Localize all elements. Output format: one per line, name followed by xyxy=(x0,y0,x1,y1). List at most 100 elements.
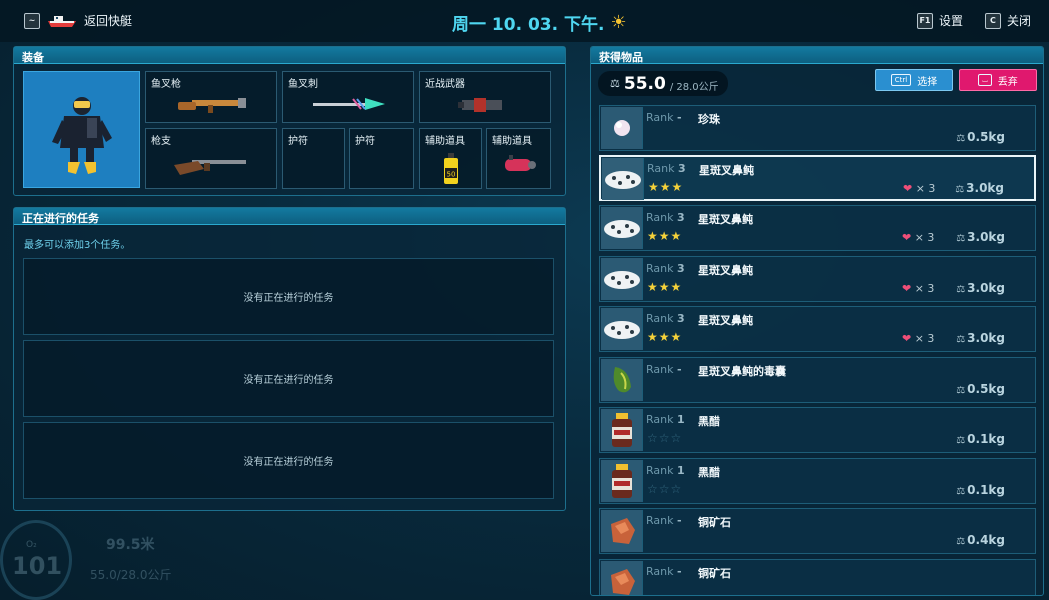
hud-weight-readout: 55.0/28.0公斤 xyxy=(90,568,172,582)
slot-label: 枪支 xyxy=(151,136,171,147)
item-row[interactable]: Rank 3 星斑叉鼻鲀 ★★★ ❤ × 3 ⚖ 3.0kg xyxy=(599,205,1036,251)
task-empty-label: 没有正在进行的任务 xyxy=(243,293,334,304)
tasks-limit-note: 最多可以添加3个任务。 xyxy=(24,240,131,251)
oxygen-tank-icon: 50 xyxy=(444,153,458,184)
item-rank: Rank 1 xyxy=(646,464,685,477)
diver-icon xyxy=(52,97,112,174)
weight-current: 55.0 xyxy=(623,73,666,94)
tasks-panel: 正在进行的任务 最多可以添加3个任务。 没有正在进行的任务 没有正在进行的任务 … xyxy=(13,207,566,511)
slot-charm-2[interactable]: 护符 xyxy=(349,128,414,189)
settings-label: 设置 xyxy=(938,14,963,28)
item-weight: ⚖ 0.4kg xyxy=(956,533,1005,547)
depth-readout: 99.5米 xyxy=(106,537,155,553)
item-thumb xyxy=(601,460,643,502)
item-weight: ⚖ 0.5kg xyxy=(956,382,1005,396)
item-weight: ⚖ 3.0kg xyxy=(956,281,1005,295)
equipment-title: 装备 xyxy=(14,47,565,64)
item-thumb xyxy=(601,308,643,350)
harpoon-spear-icon xyxy=(313,98,385,110)
slot-label: 鱼叉刺 xyxy=(288,79,318,90)
item-rank: Rank - xyxy=(646,565,682,578)
item-weight: ⚖ 0.5kg xyxy=(956,130,1005,144)
item-row[interactable]: Rank - 铜矿石 ⚖ 0.4kg xyxy=(599,508,1036,554)
close-button[interactable]: C 关闭 xyxy=(984,12,1031,29)
slot-harpoon-spear[interactable]: 鱼叉刺 xyxy=(282,71,414,123)
item-row[interactable]: Rank - 星斑叉鼻鲀的毒囊 ⚖ 0.5kg xyxy=(599,357,1036,403)
heart-icon: ❤ xyxy=(903,182,913,195)
item-rank: Rank 3 xyxy=(646,312,685,325)
slot-charm-1[interactable]: 护符 xyxy=(282,128,345,189)
oxygen-tank-badge: 50 xyxy=(447,171,456,179)
task-empty-label: 没有正在进行的任务 xyxy=(243,375,334,386)
weight-icon: ⚖ xyxy=(956,486,966,497)
item-name: 铜矿石 xyxy=(698,516,731,529)
item-row[interactable]: Rank - 珍珠 ⚖ 0.5kg xyxy=(599,105,1036,151)
oxygen-label: O₂ xyxy=(26,540,37,550)
item-stars: ★★★ xyxy=(647,330,683,344)
item-thumb xyxy=(602,158,644,200)
item-rank: Rank - xyxy=(646,363,682,376)
weight-icon: ⚖ xyxy=(956,133,966,144)
back-to-boat-button[interactable]: ~ 返回快艇 xyxy=(24,12,132,29)
item-weight: ⚖ 0.1kg xyxy=(956,432,1005,446)
item-quantity: ❤ × 3 xyxy=(902,231,935,244)
weight-icon: ⚖ xyxy=(956,536,966,547)
item-weight: ⚖ 0.1kg xyxy=(956,483,1005,497)
task-slot[interactable]: 没有正在进行的任务 xyxy=(23,422,554,499)
melee-weapon-icon xyxy=(458,98,502,112)
slot-harpoon-gun[interactable]: 鱼叉枪 xyxy=(145,71,277,123)
drop-label: 丢弃 xyxy=(997,76,1018,88)
item-row[interactable]: Rank 3 星斑叉鼻鲀 ★★★ ❤ × 3 ⚖ 3.0kg xyxy=(599,155,1036,201)
item-stars: ★★★ xyxy=(647,280,683,294)
weight-icon: ⚖ xyxy=(610,77,620,90)
item-stars: ★★★ xyxy=(647,229,683,243)
slot-support-item-2[interactable]: 辅助道具 xyxy=(486,128,551,189)
rifle-icon xyxy=(174,160,246,175)
slot-label: 护符 xyxy=(288,136,308,147)
select-label: 选择 xyxy=(917,76,938,88)
item-thumb xyxy=(601,207,643,249)
item-row[interactable]: Rank 3 星斑叉鼻鲀 ★★★ ❤ × 3 ⚖ 3.0kg xyxy=(599,306,1036,352)
item-stars: ☆☆☆ xyxy=(647,431,683,445)
items-title: 获得物品 xyxy=(591,47,1043,64)
drop-button[interactable]: ⌴ 丢弃 xyxy=(959,69,1037,91)
slot-label: 辅助道具 xyxy=(425,136,465,147)
item-rank: Rank 1 xyxy=(646,413,685,426)
slot-support-item-1[interactable]: 辅助道具 50 xyxy=(419,128,482,189)
item-row[interactable]: Rank 3 星斑叉鼻鲀 ★★★ ❤ × 3 ⚖ 3.0kg xyxy=(599,256,1036,302)
item-row[interactable]: Rank 1 黑醋 ☆☆☆ ⚖ 0.1kg xyxy=(599,458,1036,504)
back-to-boat-label: 返回快艇 xyxy=(84,14,133,28)
items-panel: 获得物品 ⚖ 55.0 / 28.0公斤 Ctrl 选择 ⌴ 丢弃 Rank -… xyxy=(590,46,1044,596)
heart-icon: ❤ xyxy=(902,231,912,244)
item-row[interactable]: Rank 1 黑醋 ☆☆☆ ⚖ 0.1kg xyxy=(599,407,1036,453)
item-quantity: ❤ × 3 xyxy=(902,332,935,345)
item-thumb xyxy=(601,359,643,401)
item-rank: Rank 3 xyxy=(647,162,686,175)
task-slot[interactable]: 没有正在进行的任务 xyxy=(23,340,554,417)
item-stars: ★★★ xyxy=(648,180,684,194)
oxygen-value: 101 xyxy=(12,552,63,580)
tasks-title: 正在进行的任务 xyxy=(14,208,565,225)
pufferfish-icon xyxy=(604,220,640,238)
item-weight: ⚖ 3.0kg xyxy=(956,230,1005,244)
close-label: 关闭 xyxy=(1006,14,1031,28)
scooter-icon xyxy=(505,155,536,171)
heart-icon: ❤ xyxy=(902,332,912,345)
slot-rifle[interactable]: 枪支 xyxy=(145,128,277,189)
slot-label: 鱼叉枪 xyxy=(151,79,181,90)
settings-button[interactable]: F1 设置 xyxy=(916,12,963,29)
item-row[interactable]: Rank - 铜矿石 xyxy=(599,559,1036,595)
slot-melee-weapon[interactable]: 近战武器 xyxy=(419,71,551,123)
weight-icon: ⚖ xyxy=(956,233,966,244)
item-rank: Rank - xyxy=(646,111,682,124)
task-slot[interactable]: 没有正在进行的任务 xyxy=(23,258,554,335)
item-stars: ☆☆☆ xyxy=(647,482,683,496)
pufferfish-icon xyxy=(605,171,641,189)
back-key-hint: ~ xyxy=(24,12,40,29)
datetime-display: 周一 10. 03. 下午. ☀ xyxy=(452,10,627,35)
item-thumb xyxy=(601,409,643,451)
item-quantity: ❤ × 3 xyxy=(903,182,936,195)
item-thumb xyxy=(601,258,643,300)
select-button[interactable]: Ctrl 选择 xyxy=(875,69,953,91)
item-thumb xyxy=(601,510,643,552)
